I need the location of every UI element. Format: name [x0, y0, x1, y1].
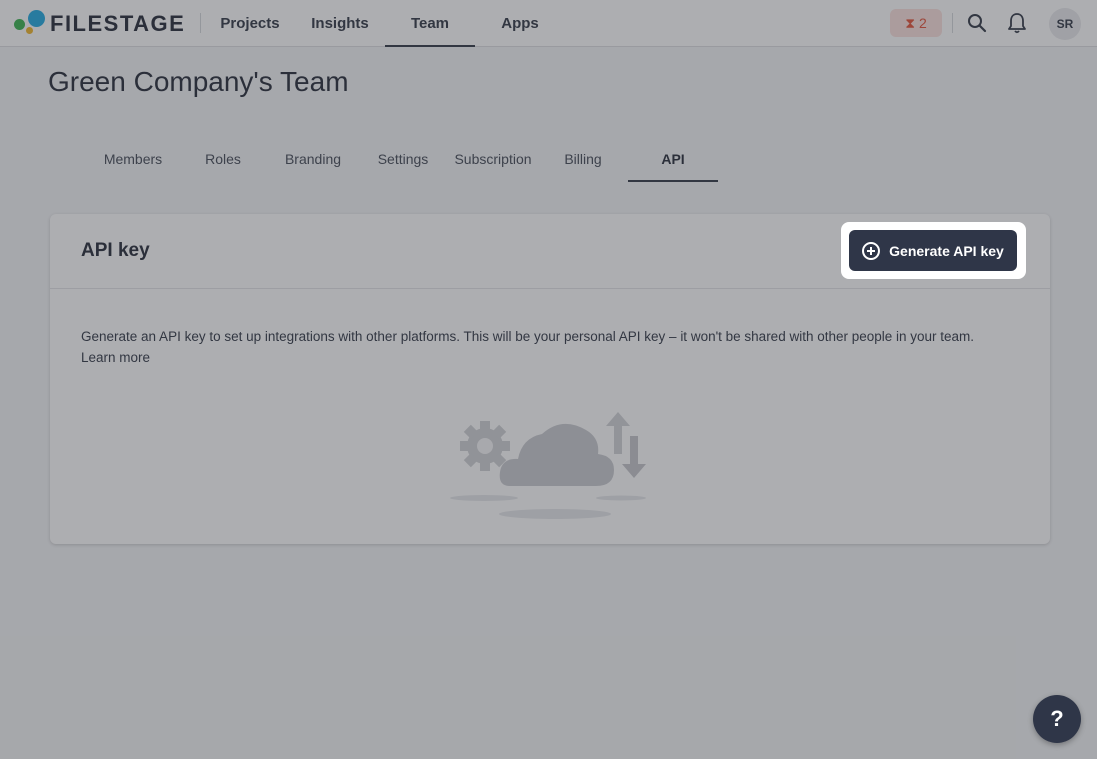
learn-more-link[interactable]: Learn more [81, 350, 150, 365]
generate-api-key-button[interactable]: Generate API key [849, 230, 1017, 271]
main-nav: Projects Insights Team Apps [205, 0, 565, 47]
tab-api[interactable]: API [628, 136, 718, 182]
team-tabs: Members Roles Branding Settings Subscrip… [88, 136, 718, 182]
divider [200, 13, 201, 33]
description-text: Generate an API key to set up integratio… [81, 329, 975, 344]
tab-branding[interactable]: Branding [268, 136, 358, 182]
nav-projects[interactable]: Projects [205, 0, 295, 47]
page-title: Green Company's Team [48, 66, 349, 97]
tab-settings[interactable]: Settings [358, 136, 448, 182]
nav-insights[interactable]: Insights [295, 0, 385, 47]
generate-api-key-label: Generate API key [889, 242, 1004, 259]
card-title: API key [81, 240, 150, 261]
search-icon[interactable] [964, 10, 990, 36]
nav-team[interactable]: Team [385, 0, 475, 47]
divider [952, 13, 953, 33]
help-button[interactable]: ? [1033, 695, 1081, 743]
tab-billing[interactable]: Billing [538, 136, 628, 182]
filestage-logo[interactable]: FILESTAGE [14, 10, 185, 38]
tab-members[interactable]: Members [88, 136, 178, 182]
logo-text: FILESTAGE [50, 11, 186, 36]
tab-subscription[interactable]: Subscription [448, 136, 538, 182]
question-icon: ? [1050, 706, 1064, 731]
avatar[interactable]: SR [1049, 8, 1081, 40]
trial-count: 2 [919, 15, 927, 31]
hourglass-icon: ⧗ [905, 14, 916, 31]
bell-icon[interactable] [1004, 10, 1030, 36]
tab-roles[interactable]: Roles [178, 136, 268, 182]
plus-circle-icon [862, 241, 881, 260]
top-navigation-bar: FILESTAGE Projects Insights Team Apps ⧗ … [0, 0, 1097, 47]
nav-apps[interactable]: Apps [475, 0, 565, 47]
logo-icon [14, 10, 46, 38]
trial-badge[interactable]: ⧗ 2 [890, 9, 942, 37]
cloud-gear-illustration [450, 412, 646, 519]
api-description: Generate an API key to set up integratio… [81, 326, 1011, 368]
